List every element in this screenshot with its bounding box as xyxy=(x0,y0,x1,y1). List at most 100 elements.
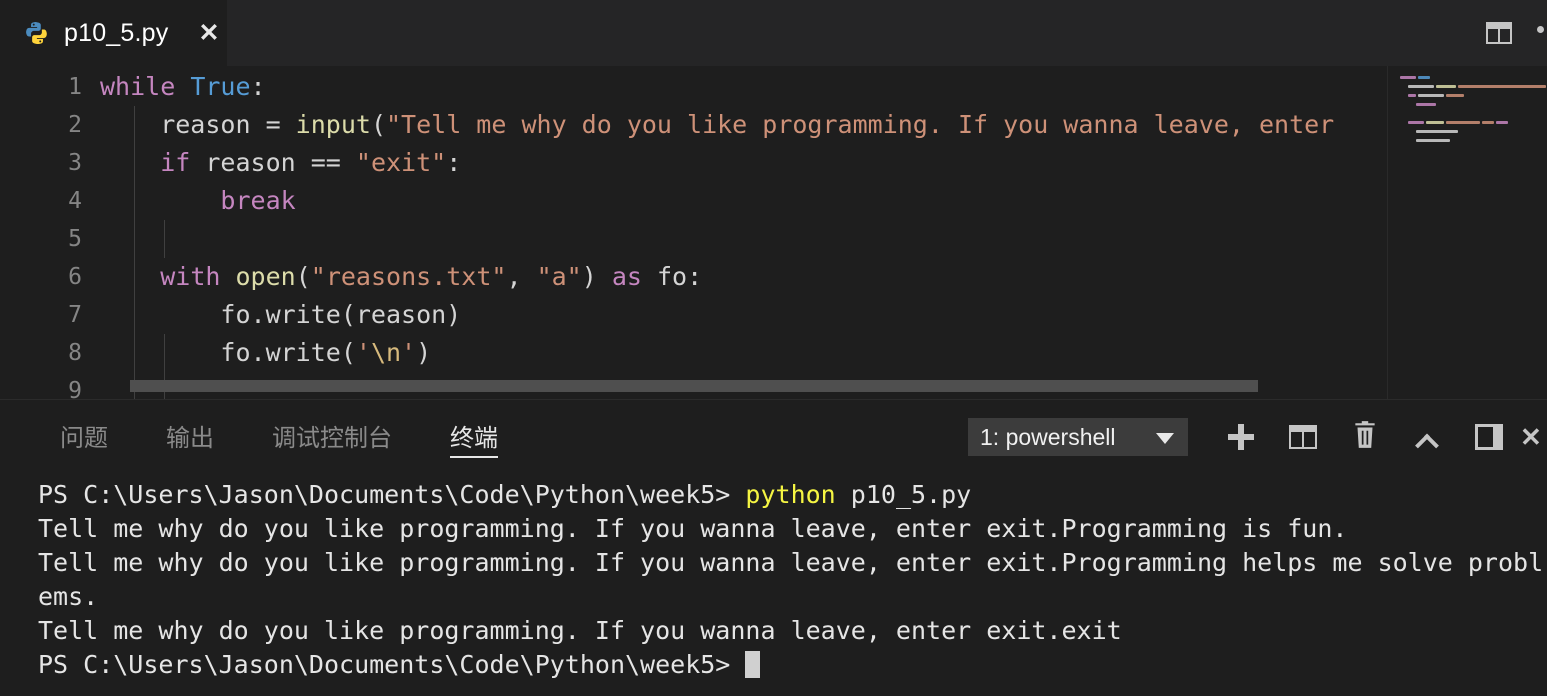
code-token: fo: xyxy=(641,262,703,291)
minimap-line xyxy=(1408,85,1434,88)
minimap-line xyxy=(1408,121,1424,124)
close-icon: ✕ xyxy=(1520,422,1542,452)
code-token: break xyxy=(220,186,296,215)
terminal-cursor xyxy=(745,651,761,678)
python-icon xyxy=(24,20,50,46)
panel-tabs: 问题 输出 调试控制台 终端 xyxy=(60,400,556,470)
code-line: fo.write(reason) xyxy=(100,296,461,334)
code-token: as xyxy=(611,262,642,291)
terminal-command-line: PS C:\Users\Jason\Documents\Code\Python\… xyxy=(38,478,1547,512)
tab-problems[interactable]: 问题 xyxy=(60,400,108,470)
code-token: "exit" xyxy=(355,148,447,177)
line-number: 6 xyxy=(68,264,82,290)
minimap-line xyxy=(1426,121,1444,124)
tab-debug-console[interactable]: 调试控制台 xyxy=(272,400,392,470)
terminal-output-line: ems. xyxy=(38,582,99,611)
minimap-line xyxy=(1418,94,1444,97)
minimap-line xyxy=(1416,103,1436,106)
code-line: reason = input("Tell me why do you like … xyxy=(100,106,1334,144)
line-number: 4 xyxy=(68,188,82,214)
code-token: while xyxy=(100,72,176,101)
chevron-up-icon xyxy=(1415,425,1439,449)
code-token: True xyxy=(190,72,251,101)
terminal-output-line: Tell me why do you like programming. If … xyxy=(38,514,1348,543)
editor-tab-p10_5[interactable]: p10_5.py ✕ xyxy=(0,0,227,66)
code-token: fo.write( xyxy=(100,338,356,367)
code-token: ' xyxy=(355,338,371,367)
terminal-active-prompt: PS C:\Users\Jason\Documents\Code\Python\… xyxy=(38,648,1547,682)
terminal-output-line: Tell me why do you like programming. If … xyxy=(38,548,1544,577)
minimap-line xyxy=(1416,130,1458,133)
indent-guide xyxy=(164,220,165,258)
new-terminal-button[interactable] xyxy=(1210,410,1272,464)
code-token: if xyxy=(160,148,191,177)
line-number: 3 xyxy=(68,150,82,176)
minimap-line xyxy=(1416,139,1450,142)
minimap-line xyxy=(1408,94,1416,97)
split-editor-icon xyxy=(1486,22,1512,44)
terminal-command: python xyxy=(745,480,836,509)
more-actions-button[interactable] xyxy=(1525,0,1547,66)
code-line: fo.write('\n') xyxy=(100,334,431,372)
maximize-panel-button[interactable] xyxy=(1458,410,1520,464)
minimap-line xyxy=(1446,121,1480,124)
code-line: break xyxy=(100,182,296,220)
code-token: ( xyxy=(370,110,386,139)
editor-tab-bar: p10_5.py ✕ xyxy=(0,0,1547,66)
terminal-prompt: PS C:\Users\Jason\Documents\Code\Python\… xyxy=(38,650,746,679)
minimap-line xyxy=(1458,85,1546,88)
split-terminal-button[interactable] xyxy=(1272,410,1334,464)
terminal-prompt: PS C:\Users\Jason\Documents\Code\Python\… xyxy=(38,480,746,509)
minimap-line xyxy=(1446,94,1464,97)
code-token: ( xyxy=(295,262,311,291)
terminal-selector-dropdown[interactable]: 1: powershell xyxy=(968,418,1188,456)
code-token: fo.write(reason) xyxy=(100,300,462,329)
editor-horizontal-scrollbar[interactable] xyxy=(130,380,1258,392)
line-number: 8 xyxy=(68,340,82,366)
line-number: 7 xyxy=(68,302,82,328)
code-line: if reason == "exit": xyxy=(100,144,461,182)
line-number: 2 xyxy=(68,112,82,138)
line-number-gutter: 1 2 3 4 5 6 7 8 9 xyxy=(0,66,100,399)
minimap-line xyxy=(1496,121,1508,124)
line-number: 1 xyxy=(68,74,82,100)
maximize-icon xyxy=(1475,424,1503,450)
line-number: 9 xyxy=(68,378,82,399)
kill-terminal-button[interactable] xyxy=(1334,410,1396,464)
collapse-panel-button[interactable] xyxy=(1396,410,1458,464)
minimap-line xyxy=(1418,76,1430,79)
editor-actions xyxy=(1473,0,1547,66)
code-token: reason == xyxy=(190,148,356,177)
code-token: open xyxy=(235,262,296,291)
minimap-line xyxy=(1436,85,1456,88)
code-token: "a" xyxy=(536,262,582,291)
trash-icon xyxy=(1352,420,1378,455)
close-panel-button[interactable]: ✕ xyxy=(1520,410,1547,464)
code-token: "reasons.txt" xyxy=(310,262,507,291)
code-content[interactable]: while True: reason = input("Tell me why … xyxy=(100,66,1547,399)
panel-actions: ✕ xyxy=(1210,410,1547,464)
chevron-down-icon xyxy=(1156,433,1174,444)
tab-terminal[interactable]: 终端 xyxy=(450,400,498,470)
line-number: 5 xyxy=(68,226,82,252)
split-icon xyxy=(1289,425,1317,449)
code-token: ) xyxy=(581,262,612,291)
split-editor-button[interactable] xyxy=(1473,0,1525,66)
tab-output[interactable]: 输出 xyxy=(166,400,214,470)
terminal-output[interactable]: PS C:\Users\Jason\Documents\Code\Python\… xyxy=(0,470,1547,696)
code-editor[interactable]: 1 2 3 4 5 6 7 8 9 while True: reason = input("Te… xyxy=(0,66,1547,399)
code-token: ) xyxy=(416,338,432,367)
bottom-panel: 问题 输出 调试控制台 终端 1: powershell ✕ PS C:\Use… xyxy=(0,399,1547,695)
close-icon[interactable]: ✕ xyxy=(196,20,222,46)
code-token: \n xyxy=(370,338,402,367)
code-token: reason = xyxy=(100,110,296,139)
minimap[interactable] xyxy=(1387,66,1547,399)
minimap-line xyxy=(1482,121,1494,124)
editor-tab-label: p10_5.py xyxy=(64,18,169,47)
terminal-command-args: p10_5.py xyxy=(835,480,972,509)
